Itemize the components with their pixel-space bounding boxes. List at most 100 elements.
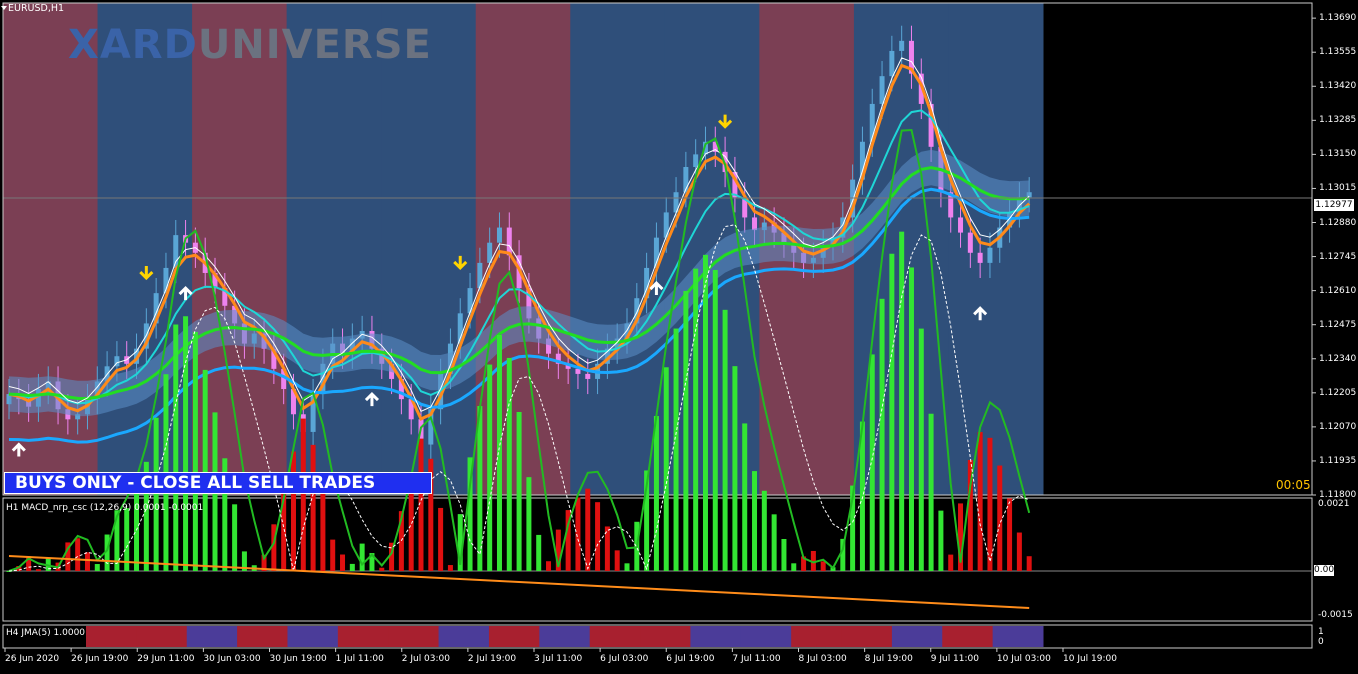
price-axis-label: 1.12610 bbox=[1319, 285, 1357, 296]
macd-histogram-bar bbox=[977, 432, 983, 571]
macd-histogram-bar bbox=[585, 488, 591, 571]
candle-body bbox=[506, 227, 512, 256]
macd-histogram-bar bbox=[732, 366, 738, 571]
macd-histogram-bar bbox=[183, 316, 189, 571]
jma-segment-neg bbox=[791, 626, 843, 647]
jma-segment-pos bbox=[438, 626, 490, 647]
price-axis-label: 1.12745 bbox=[1319, 251, 1357, 262]
watermark-part1: XARD bbox=[68, 22, 198, 68]
jma-segment-neg bbox=[136, 626, 188, 647]
macd-axis-zero: 0.00 bbox=[1314, 565, 1335, 576]
time-axis-label: 10 Jul 03:00 bbox=[996, 654, 1051, 664]
candle-timer: 00:05 bbox=[1276, 478, 1311, 492]
macd-histogram-bar bbox=[781, 538, 787, 571]
price-axis-label: 1.13690 bbox=[1319, 13, 1357, 24]
time-axis-label: 8 Jul 03:00 bbox=[798, 654, 847, 664]
macd-histogram-bar bbox=[84, 552, 90, 571]
jma-segment-neg bbox=[337, 626, 389, 647]
trend-zone-bull bbox=[97, 3, 193, 495]
macd-histogram-bar bbox=[379, 567, 385, 571]
macd-histogram-bar bbox=[340, 554, 346, 571]
trend-zone-bull bbox=[948, 3, 1044, 495]
macd-histogram-bar bbox=[310, 444, 316, 571]
jma-segment-pos bbox=[992, 626, 1044, 647]
jma-segment-neg bbox=[640, 626, 691, 647]
macd-histogram-bar bbox=[869, 354, 875, 571]
macd-histogram-bar bbox=[232, 504, 238, 571]
macd-histogram-bar bbox=[506, 357, 512, 571]
macd-histogram-bar bbox=[94, 564, 100, 571]
macd-histogram-bar bbox=[173, 324, 179, 571]
candle-body bbox=[958, 217, 964, 233]
price-axis-label: 1.12880 bbox=[1319, 217, 1357, 228]
jma-segment-pos bbox=[891, 626, 943, 647]
jma-segment-pos bbox=[186, 626, 238, 647]
candle-body bbox=[987, 247, 993, 263]
candle-body bbox=[752, 217, 758, 231]
macd-histogram-bar bbox=[516, 411, 522, 571]
time-axis-label: 2 Jul 03:00 bbox=[401, 654, 450, 664]
macd-histogram-bar bbox=[712, 269, 718, 571]
candle-body bbox=[967, 232, 973, 253]
macd-histogram-bar bbox=[536, 534, 542, 571]
macd-histogram-bar bbox=[820, 561, 826, 571]
jma-axis-bottom: 0 bbox=[1318, 637, 1324, 647]
price-axis-label: 1.12070 bbox=[1319, 421, 1357, 432]
macd-histogram-bar bbox=[349, 563, 355, 571]
candle-body bbox=[467, 288, 473, 314]
time-axis-label: 6 Jul 19:00 bbox=[666, 654, 715, 664]
macd-histogram-bar bbox=[526, 477, 532, 571]
price-axis-label: 1.11935 bbox=[1319, 455, 1357, 466]
jma-segment-pos bbox=[740, 626, 792, 647]
candle-body bbox=[496, 227, 502, 243]
macd-histogram-bar bbox=[595, 502, 601, 571]
jma-segment-neg bbox=[841, 626, 893, 647]
time-axis-label: 29 Jun 11:00 bbox=[137, 654, 195, 664]
price-axis-label: 1.11800 bbox=[1319, 490, 1357, 500]
jma-segment-neg bbox=[589, 626, 641, 647]
macd-histogram-bar bbox=[438, 507, 444, 571]
dropdown-triangle-icon[interactable] bbox=[1, 6, 7, 10]
price-axis-label: 1.12205 bbox=[1319, 387, 1357, 398]
macd-histogram-bar bbox=[722, 309, 728, 571]
candle-body bbox=[663, 212, 669, 238]
jma-segment-pos bbox=[539, 626, 591, 647]
macd-histogram-bar bbox=[359, 543, 365, 571]
watermark-logo: XARDUNIVERSE bbox=[68, 22, 432, 68]
macd-histogram-bar bbox=[153, 417, 159, 571]
macd-histogram-bar bbox=[447, 565, 453, 571]
candle-body bbox=[889, 50, 895, 77]
time-axis-label: 26 Jun 2020 bbox=[5, 654, 60, 664]
price-axis-label: 1.13285 bbox=[1319, 115, 1357, 126]
price-chart-canvas[interactable] bbox=[0, 0, 1358, 670]
price-axis-label: 1.13420 bbox=[1319, 81, 1357, 92]
time-axis-label: 3 Jul 11:00 bbox=[534, 654, 583, 664]
candle-body bbox=[977, 252, 983, 263]
time-axis-label: 1 Jul 11:00 bbox=[335, 654, 384, 664]
jma-segment-neg bbox=[488, 626, 540, 647]
macd-histogram-bar bbox=[693, 268, 699, 571]
macd-histogram-bar bbox=[496, 334, 502, 571]
macd-histogram-bar bbox=[761, 490, 767, 571]
time-axis-label: 30 Jun 03:00 bbox=[203, 654, 261, 664]
mt4-chart-window: EURUSD,H1 XARDUNIVERSE BUYS ONLY - CLOSE… bbox=[0, 0, 1358, 670]
price-axis-label: 1.12340 bbox=[1319, 353, 1357, 364]
price-axis-label: 1.12475 bbox=[1319, 319, 1357, 330]
price-axis-label: 1.13150 bbox=[1319, 149, 1357, 160]
time-axis-label: 9 Jul 11:00 bbox=[930, 654, 979, 664]
jma-segment-pos bbox=[690, 626, 742, 647]
jma-segment-pos bbox=[287, 626, 339, 647]
macd-axis-top: 0.0021 bbox=[1318, 499, 1350, 509]
macd-histogram-bar bbox=[928, 413, 934, 571]
macd-histogram-bar bbox=[673, 328, 679, 571]
candle-body bbox=[575, 368, 581, 374]
macd-histogram-bar bbox=[899, 231, 905, 571]
candle-body bbox=[899, 40, 905, 51]
macd-histogram-bar bbox=[663, 367, 669, 571]
macd-histogram-bar bbox=[918, 328, 924, 571]
time-axis-label: 2 Jul 19:00 bbox=[467, 654, 517, 664]
price-axis-label: 1.13555 bbox=[1319, 47, 1357, 58]
jma-segment-neg bbox=[86, 626, 137, 647]
time-axis-label: 10 Jul 19:00 bbox=[1063, 654, 1117, 664]
jma-segment-neg bbox=[388, 626, 440, 647]
